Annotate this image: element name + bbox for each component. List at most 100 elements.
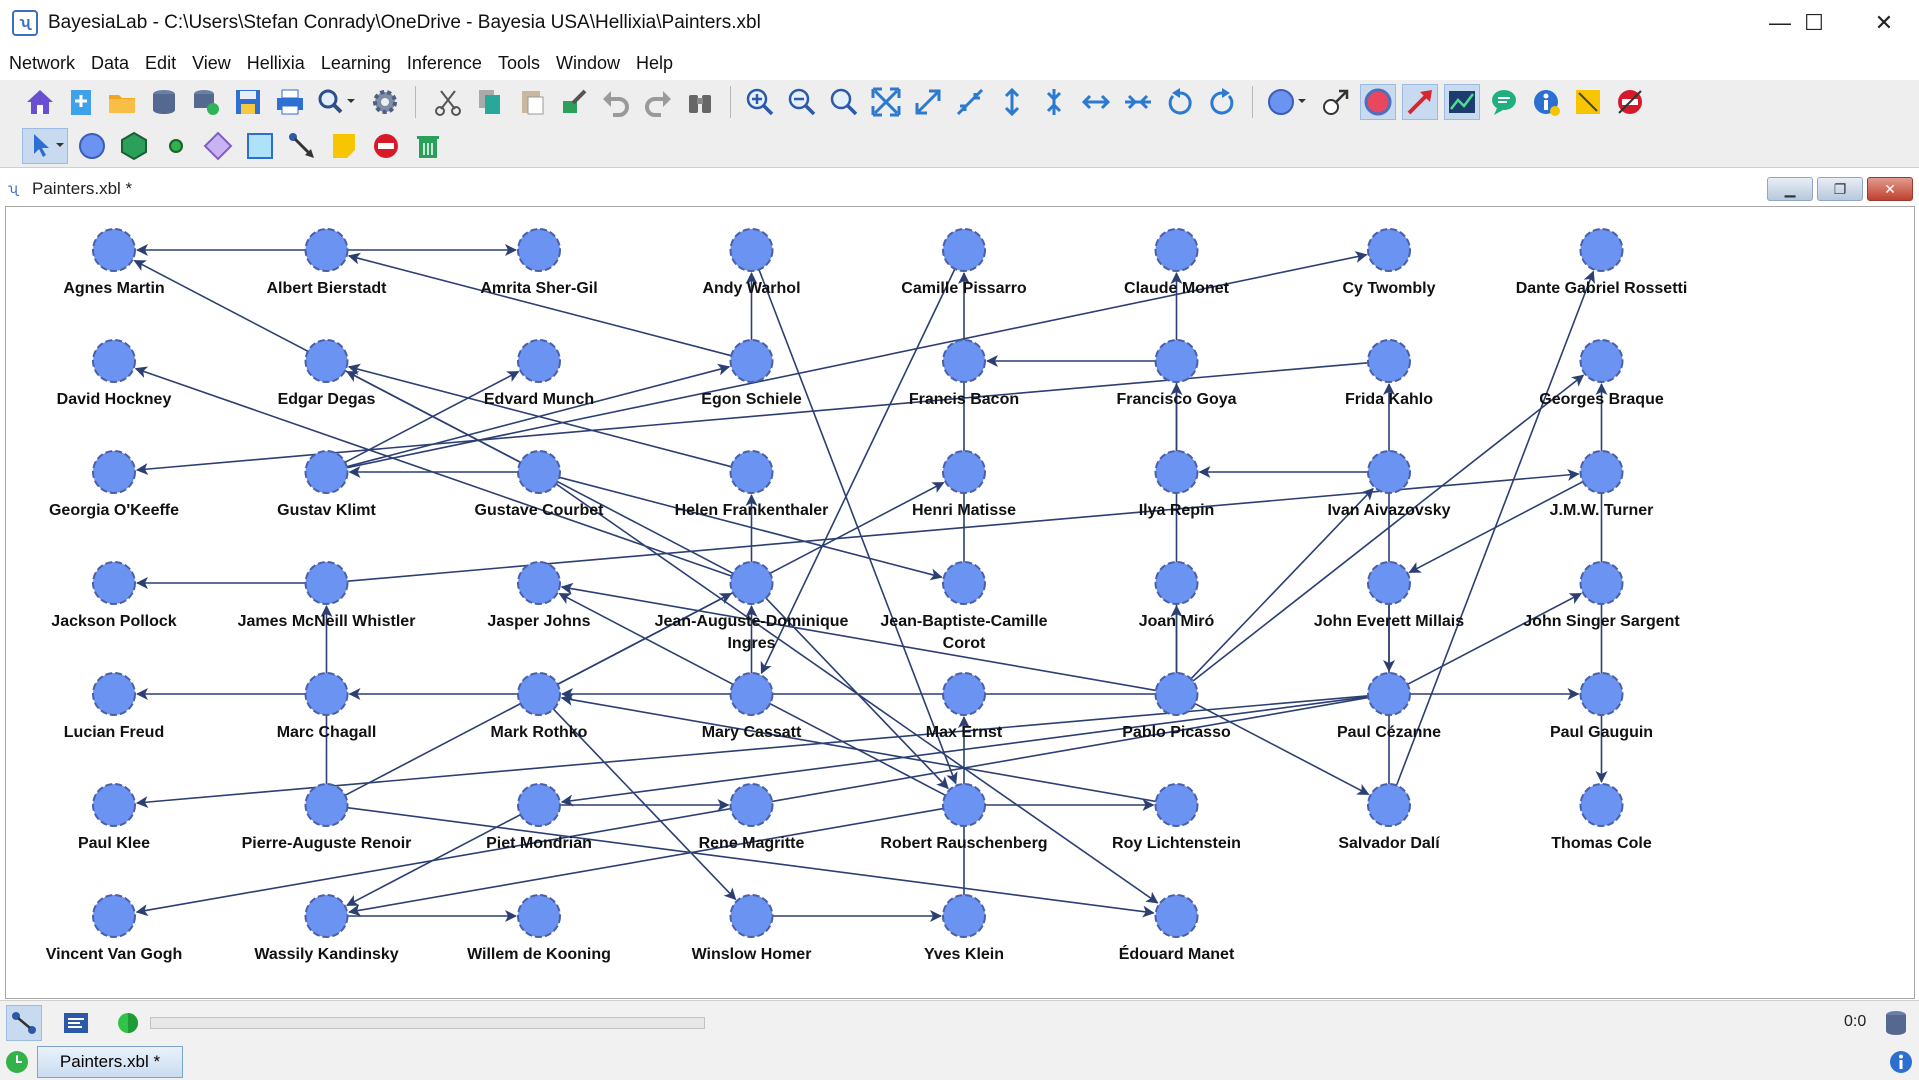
shrink-diagonal-icon[interactable]	[952, 84, 988, 120]
database-refresh-icon[interactable]	[188, 84, 224, 120]
node-circle[interactable]	[729, 894, 774, 938]
node-circle[interactable]	[729, 561, 774, 605]
node-claude-monet[interactable]: Claude Monet	[1124, 228, 1230, 297]
node-albert-bierstadt[interactable]: Albert Bierstadt	[266, 228, 387, 297]
menu-hellixia[interactable]: Hellixia	[238, 53, 312, 74]
rotate-left-icon[interactable]	[1162, 84, 1198, 120]
node-ilya-repin[interactable]: Ilya Repin	[1139, 450, 1215, 519]
add-node-icon[interactable]	[74, 128, 110, 164]
node-joan-miro[interactable]: Joan Miró	[1139, 561, 1215, 630]
menu-edit[interactable]: Edit	[136, 53, 183, 74]
node-circle[interactable]	[1579, 672, 1624, 716]
paste-icon[interactable]	[514, 84, 550, 120]
node-circle[interactable]	[1367, 228, 1411, 272]
node-david-hockney[interactable]: David Hockney	[57, 339, 172, 408]
node-circle[interactable]	[1579, 228, 1624, 272]
network-graph-canvas[interactable]: Agnes Martin Albert Bierstadt Amrita Sher-…	[5, 206, 1915, 999]
node-mode-icon[interactable]	[1360, 84, 1396, 120]
cut-icon[interactable]	[430, 84, 466, 120]
add-point-icon[interactable]	[158, 128, 194, 164]
graph-view-icon[interactable]	[6, 1005, 42, 1041]
node-edvard-munch[interactable]: Edvard Munch	[484, 339, 594, 408]
arc-paul-cezanne-to-john-singer-sargent[interactable]	[1407, 592, 1582, 686]
database-icon[interactable]	[146, 84, 182, 120]
node-salvador-dali[interactable]: Salvador Dalí	[1338, 783, 1440, 852]
search-icon[interactable]	[314, 84, 358, 120]
node-circle[interactable]	[1367, 339, 1411, 383]
forbidden-icon[interactable]	[1612, 84, 1648, 120]
node-circle[interactable]	[1154, 561, 1199, 605]
node-circle[interactable]	[1367, 783, 1411, 827]
add-arc-icon[interactable]	[284, 128, 320, 164]
node-circle[interactable]	[1154, 783, 1199, 827]
node-edouard-manet[interactable]: Édouard Manet	[1119, 894, 1235, 963]
node-thomas-cole[interactable]: Thomas Cole	[1551, 783, 1652, 852]
node-winslow-homer[interactable]: Winslow Homer	[692, 894, 812, 963]
node-georgia-o-keeffe[interactable]: Georgia O'Keeffe	[49, 450, 179, 519]
menu-learning[interactable]: Learning	[312, 53, 398, 74]
node-circle[interactable]	[92, 894, 136, 938]
doc-close-button[interactable]: ✕	[1867, 177, 1913, 201]
node-pablo-picasso[interactable]: Pablo Picasso	[1122, 672, 1231, 741]
node-circle[interactable]	[942, 450, 986, 494]
node-max-ernst[interactable]: Max Ernst	[926, 672, 1003, 741]
node-circle[interactable]	[942, 672, 986, 716]
node-francis-bacon[interactable]: Francis Bacon	[909, 339, 1019, 408]
node-circle[interactable]	[729, 228, 774, 272]
node-circle[interactable]	[517, 561, 561, 605]
comment-icon[interactable]	[1486, 84, 1522, 120]
node-mary-cassatt[interactable]: Mary Cassatt	[702, 672, 802, 741]
node-circle[interactable]	[1367, 561, 1411, 605]
zoom-fit-icon[interactable]	[826, 84, 862, 120]
node-circle[interactable]	[1579, 450, 1624, 494]
node-circle[interactable]	[1367, 450, 1411, 494]
node-circle[interactable]	[517, 894, 561, 938]
expand-icon[interactable]	[868, 84, 904, 120]
node-circle[interactable]	[942, 894, 986, 938]
node-mark-rothko[interactable]: Mark Rothko	[491, 672, 588, 741]
add-note-icon[interactable]	[326, 128, 362, 164]
node-circle[interactable]	[304, 339, 349, 383]
settings-icon[interactable]	[367, 84, 403, 120]
node-paul-gauguin[interactable]: Paul Gauguin	[1550, 672, 1653, 741]
arc-pablo-picasso-to-jasper-johns[interactable]	[560, 582, 1156, 692]
node-circle[interactable]	[92, 561, 136, 605]
node-circle[interactable]	[1579, 339, 1624, 383]
arc-piet-mondrian-to-wassily-kandinsky[interactable]	[346, 813, 521, 907]
node-circle[interactable]	[304, 894, 349, 938]
node-circle[interactable]	[942, 339, 986, 383]
node-jean-baptiste-camille-corot[interactable]: Jean-Baptiste-Camille Corot	[880, 561, 1048, 652]
node-pierre-auguste-renoir[interactable]: Pierre-Auguste Renoir	[242, 783, 412, 852]
node-circle[interactable]	[517, 450, 561, 494]
node-robert-rauschenberg[interactable]: Robert Rauschenberg	[880, 783, 1048, 852]
shrink-vertical-icon[interactable]	[1036, 84, 1072, 120]
redo-icon[interactable]	[640, 84, 676, 120]
node-john-everett-millais[interactable]: John Everett Millais	[1314, 561, 1464, 630]
expand-horizontal-icon[interactable]	[1078, 84, 1114, 120]
menu-view[interactable]: View	[183, 53, 238, 74]
node-ivan-aivazovsky[interactable]: Ivan Aivazovsky	[1327, 450, 1451, 519]
chart-icon[interactable]	[1444, 84, 1480, 120]
node-circle[interactable]	[304, 450, 349, 494]
select-arrow-icon[interactable]	[22, 128, 68, 164]
node-circle[interactable]	[729, 450, 774, 494]
node-circle[interactable]	[517, 228, 561, 272]
node-circle[interactable]	[517, 339, 561, 383]
node-francisco-goya[interactable]: Francisco Goya	[1116, 339, 1237, 408]
node-marc-chagall[interactable]: Marc Chagall	[277, 672, 377, 741]
node-gustave-courbet[interactable]: Gustave Courbet	[475, 450, 605, 519]
node-lucian-freud[interactable]: Lucian Freud	[64, 672, 164, 741]
note-icon[interactable]	[1570, 84, 1606, 120]
node-agnes-martin[interactable]: Agnes Martin	[63, 228, 165, 297]
node-circle[interactable]	[1154, 339, 1199, 383]
arc-j-m-w-turner-to-john-everett-millais[interactable]	[1408, 480, 1584, 574]
node-gustav-klimt[interactable]: Gustav Klimt	[277, 450, 377, 519]
node-rene-magritte[interactable]: Rene Magritte	[699, 783, 805, 852]
menu-window[interactable]: Window	[547, 53, 627, 74]
menu-help[interactable]: Help	[627, 53, 680, 74]
print-icon[interactable]	[272, 84, 308, 120]
zoom-in-icon[interactable]	[742, 84, 778, 120]
binoculars-icon[interactable]	[682, 84, 718, 120]
node-circle[interactable]	[304, 672, 349, 716]
forbid-arc-icon[interactable]	[368, 128, 404, 164]
